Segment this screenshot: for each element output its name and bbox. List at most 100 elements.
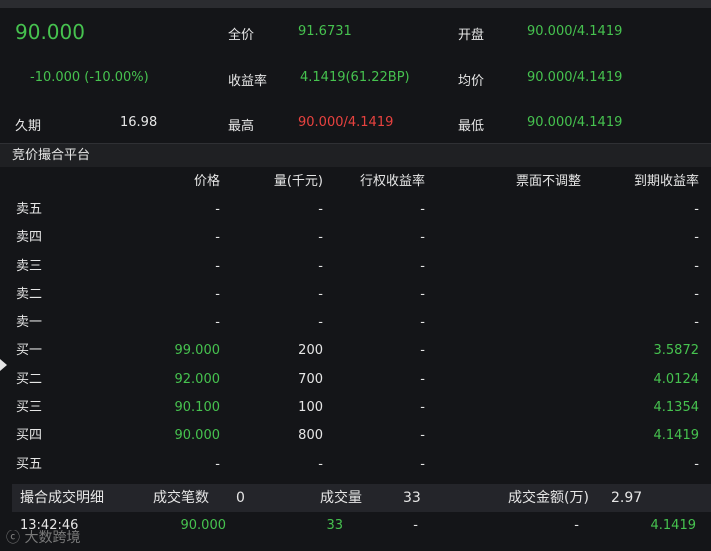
order-book-header: 价格 量(千元) 行权收益率 票面不调整 到期收益率 bbox=[12, 168, 711, 196]
open-value: 90.000/4.1419 bbox=[527, 24, 623, 39]
order-row-buy2[interactable]: 买二 92.000 700 - 4.0124 bbox=[12, 366, 711, 394]
order-book: 价格 量(千元) 行权收益率 票面不调整 到期收益率 卖五 - - - - 卖四… bbox=[12, 168, 711, 479]
duration-value: 16.98 bbox=[120, 115, 158, 130]
row-quantity: - bbox=[318, 230, 323, 246]
header-price: 价格 bbox=[193, 174, 220, 189]
trade-no-adjust: - bbox=[574, 518, 579, 533]
header-no-adjust: 票面不调整 bbox=[515, 174, 581, 189]
row-side: 卖四 bbox=[16, 230, 43, 246]
row-price: - bbox=[215, 286, 220, 302]
order-row-buy5[interactable]: 买五 - - - - bbox=[12, 451, 711, 479]
row-price: 90.000 bbox=[174, 428, 221, 444]
order-row-buy4[interactable]: 买四 90.000 800 - 4.1419 bbox=[12, 422, 711, 450]
row-price: 90.100 bbox=[174, 400, 221, 416]
row-exercise-yield: - bbox=[420, 202, 425, 217]
row-quantity: - bbox=[318, 456, 323, 472]
trade-amount-label: 成交金额(万) bbox=[508, 490, 589, 506]
row-side: 买三 bbox=[16, 400, 43, 416]
row-price: - bbox=[215, 315, 220, 331]
order-row-sell2[interactable]: 卖二 - - - - bbox=[12, 281, 711, 309]
row-maturity-yield: 3.5872 bbox=[653, 343, 700, 359]
open-label: 开盘 bbox=[458, 28, 485, 43]
row-price: - bbox=[215, 230, 220, 246]
row-price: 92.000 bbox=[174, 371, 221, 387]
row-price: 99.000 bbox=[174, 343, 221, 359]
trade-volume-label: 成交量 bbox=[320, 490, 362, 506]
order-row-sell5[interactable]: 卖五 - - - - bbox=[12, 196, 711, 224]
row-maturity-yield: - bbox=[694, 258, 699, 274]
watermark-logo: ⓒ 大数跨境 bbox=[6, 530, 81, 546]
quote-summary: 90.000 -10.000 (-10.00%) 久期 16.98 全价 91.… bbox=[0, 8, 711, 140]
order-row-buy3[interactable]: 买三 90.100 100 - 4.1354 bbox=[12, 394, 711, 422]
order-row-sell3[interactable]: 卖三 - - - - bbox=[12, 253, 711, 281]
row-side: 卖五 bbox=[16, 202, 43, 217]
yield-value: 4.1419(61.22BP) bbox=[300, 70, 410, 85]
trade-quantity: 33 bbox=[326, 518, 343, 533]
full-price-value: 91.6731 bbox=[298, 24, 352, 39]
row-exercise-yield: - bbox=[420, 428, 425, 444]
trade-detail-title: 撮合成交明细 bbox=[20, 490, 104, 506]
row-side: 卖三 bbox=[16, 258, 43, 274]
price-change: -10.000 (-10.00%) bbox=[30, 70, 149, 85]
row-side: 买五 bbox=[16, 456, 43, 472]
row-exercise-yield: - bbox=[420, 315, 425, 331]
trade-price: 90.000 bbox=[180, 518, 227, 533]
trade-maturity-yield: 4.1419 bbox=[650, 518, 697, 533]
avg-label: 均价 bbox=[458, 74, 485, 89]
window-top-bar bbox=[0, 0, 711, 8]
row-maturity-yield: 4.0124 bbox=[653, 371, 700, 387]
row-side: 卖二 bbox=[16, 286, 43, 302]
row-side: 卖一 bbox=[16, 315, 43, 331]
trade-exercise-yield: - bbox=[413, 518, 418, 533]
platform-title: 竞价撮合平台 bbox=[0, 143, 711, 167]
watermark-text: 大数跨境 bbox=[24, 530, 81, 546]
high-label: 最高 bbox=[228, 119, 255, 134]
row-quantity: - bbox=[318, 286, 323, 302]
row-price: - bbox=[215, 456, 220, 472]
row-exercise-yield: - bbox=[420, 400, 425, 416]
row-exercise-yield: - bbox=[420, 456, 425, 472]
full-price-label: 全价 bbox=[228, 28, 255, 43]
avg-value: 90.000/4.1419 bbox=[527, 70, 623, 85]
collapse-arrow-icon[interactable] bbox=[0, 359, 7, 371]
order-row-sell1[interactable]: 卖一 - - - - bbox=[12, 309, 711, 337]
row-price: - bbox=[215, 202, 220, 217]
order-row-sell4[interactable]: 卖四 - - - - bbox=[12, 224, 711, 252]
row-side: 买四 bbox=[16, 428, 43, 444]
header-quantity: 量(千元) bbox=[273, 174, 323, 189]
duration-label: 久期 bbox=[15, 119, 42, 134]
row-quantity: - bbox=[318, 258, 323, 274]
trade-count-label: 成交笔数 bbox=[153, 490, 209, 506]
row-quantity: - bbox=[318, 202, 323, 217]
header-maturity-yield: 到期收益率 bbox=[633, 174, 699, 189]
row-maturity-yield: - bbox=[694, 315, 699, 331]
row-price: - bbox=[215, 258, 220, 274]
row-exercise-yield: - bbox=[420, 371, 425, 387]
row-exercise-yield: - bbox=[420, 286, 425, 302]
row-maturity-yield: - bbox=[694, 230, 699, 246]
order-row-buy1[interactable]: 买一 99.000 200 - 3.5872 bbox=[12, 337, 711, 365]
row-exercise-yield: - bbox=[420, 258, 425, 274]
row-maturity-yield: - bbox=[694, 202, 699, 217]
row-quantity: 100 bbox=[298, 400, 323, 416]
trade-count-value: 0 bbox=[236, 490, 245, 506]
high-value: 90.000/4.1419 bbox=[298, 115, 394, 130]
trade-row[interactable]: 13:42:46 90.000 33 - - 4.1419 bbox=[12, 513, 711, 539]
row-maturity-yield: 4.1419 bbox=[653, 428, 700, 444]
row-quantity: 200 bbox=[298, 343, 323, 359]
row-exercise-yield: - bbox=[420, 343, 425, 359]
row-side: 买一 bbox=[16, 343, 43, 359]
row-maturity-yield: - bbox=[694, 456, 699, 472]
row-maturity-yield: - bbox=[694, 286, 699, 302]
row-exercise-yield: - bbox=[420, 230, 425, 246]
row-quantity: - bbox=[318, 315, 323, 331]
header-exercise-yield: 行权收益率 bbox=[359, 174, 425, 189]
yield-label: 收益率 bbox=[228, 74, 268, 89]
trade-amount-value: 2.97 bbox=[611, 490, 643, 506]
trade-summary-bar: 撮合成交明细 成交笔数 0 成交量 33 成交金额(万) 2.97 bbox=[12, 484, 711, 512]
row-quantity: 700 bbox=[298, 371, 323, 387]
row-quantity: 800 bbox=[298, 428, 323, 444]
trade-volume-value: 33 bbox=[403, 490, 421, 506]
low-label: 最低 bbox=[458, 119, 485, 134]
last-price: 90.000 bbox=[15, 20, 85, 44]
